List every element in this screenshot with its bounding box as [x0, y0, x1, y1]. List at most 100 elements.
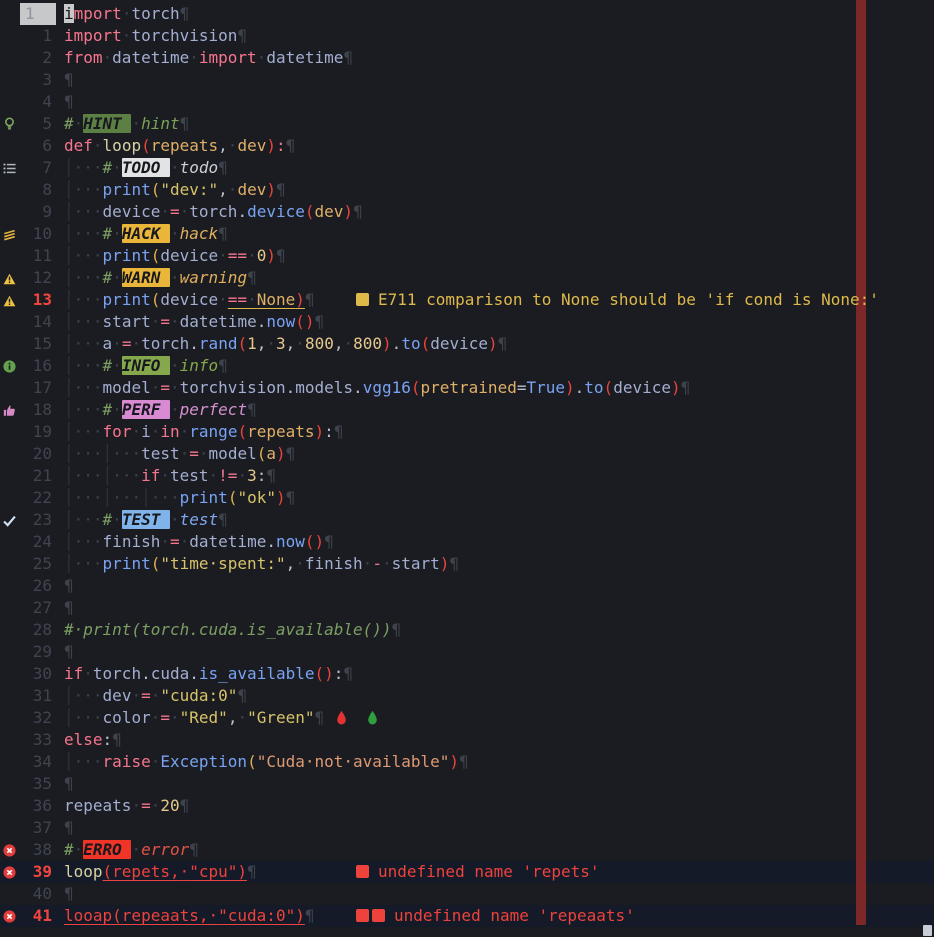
line-number: 5: [20, 113, 56, 135]
code-line[interactable]: 10 │···#·HACK ·hack¶: [0, 223, 934, 245]
eol-mark: ¶: [189, 840, 199, 859]
line-number: 11: [20, 245, 56, 267]
eol-mark: ¶: [218, 158, 228, 177]
code-line[interactable]: 6def·loop(repeats,·dev):¶: [0, 135, 934, 157]
eol-mark: ¶: [247, 268, 257, 287]
code-lines: 1import·torch¶1import·torchvision¶2from·…: [0, 0, 934, 927]
line-number: 22: [20, 487, 56, 509]
code-line[interactable]: 22│···│···│···print("ok")¶: [0, 487, 934, 509]
line-number: 29: [20, 641, 56, 663]
eol-mark: ¶: [305, 290, 315, 309]
color-column-ruler: [856, 0, 866, 925]
line-number: 4: [20, 91, 56, 113]
code-line[interactable]: 14│···start·=·datetime.now()¶: [0, 311, 934, 333]
code-line[interactable]: 18│···#·PERF ·perfect¶: [0, 399, 934, 421]
code-line[interactable]: 5#·HINT ·hint¶: [0, 113, 934, 135]
eol-mark: ¶: [64, 70, 74, 89]
code-line[interactable]: 21 │···│···if·test·!=·3:¶: [0, 465, 934, 487]
code-text: │···#·HACK ·hack¶: [64, 224, 228, 243]
code-line[interactable]: 16│···#·INFO ·info¶: [0, 355, 934, 377]
code-editor: 1import·torch¶1import·torchvision¶2from·…: [0, 0, 934, 937]
code-text: │···│···if·test·!=·3:¶: [64, 466, 276, 485]
code-text: ¶: [64, 818, 74, 837]
code-line[interactable]: 7│···#·TODO ·todo¶: [0, 157, 934, 179]
code-line[interactable]: 36repeats·=·20¶: [0, 795, 934, 817]
code-line[interactable]: 25│···print("time·spent:",·finish·-·star…: [0, 553, 934, 575]
diagnostic-message: E711 comparison to None should be 'if co…: [356, 289, 879, 311]
eol-mark: ¶: [180, 4, 190, 23]
line-number: 10: [20, 223, 56, 245]
code-line[interactable]: 23│···#·TEST ·test¶: [0, 509, 934, 531]
code-line[interactable]: 1import·torchvision¶: [0, 25, 934, 47]
line-number: 37: [20, 817, 56, 839]
code-line[interactable]: 41looap(repeaats,·"cuda:0")¶undefined na…: [0, 905, 934, 927]
code-text: │···a·=·torch.rand(1,·3,·800,·800).to(de…: [64, 334, 507, 353]
code-line[interactable]: 4¶: [0, 91, 934, 113]
code-line[interactable]: 8│···print("dev:",·dev)¶: [0, 179, 934, 201]
code-line[interactable]: 19│···for·i·in·range(repeats):¶: [0, 421, 934, 443]
code-line[interactable]: 28 #·print(torch.cuda.is_available())¶: [0, 619, 934, 641]
code-line[interactable]: 27¶: [0, 597, 934, 619]
line-number: 30: [20, 663, 56, 685]
code-line[interactable]: 35¶: [0, 773, 934, 795]
check-icon: [0, 509, 20, 531]
code-line[interactable]: 32│···color·=·"Red",·"Green"¶: [0, 707, 934, 729]
code-line[interactable]: 33else:¶: [0, 729, 934, 751]
code-line[interactable]: 13│···print(device·==·None)¶E711 compari…: [0, 289, 934, 311]
code-line[interactable]: 9│···device·=·torch.device(dev)¶: [0, 201, 934, 223]
line-number: 3: [20, 69, 56, 91]
code-text: import·torchvision¶: [64, 26, 247, 45]
code-text: │···device·=·torch.device(dev)¶: [64, 202, 363, 221]
code-text: │···dev·=·"cuda:0"¶: [64, 686, 247, 705]
warning-triangle-icon: [0, 267, 20, 289]
code-line[interactable]: 38#·ERRO ·error¶: [0, 839, 934, 861]
eol-mark: ¶: [498, 334, 508, 353]
line-number: 35: [20, 773, 56, 795]
line-number: 18: [20, 399, 56, 421]
code-text: │···color·=·"Red",·"Green"¶: [64, 708, 378, 727]
code-line[interactable]: 17│···model·=·torchvision.models.vgg16(p…: [0, 377, 934, 399]
eol-mark: ¶: [247, 862, 257, 881]
code-line[interactable]: 12│···#·WARN ·warning¶: [0, 267, 934, 289]
eol-mark: ¶: [237, 26, 247, 45]
line-number: 26: [20, 575, 56, 597]
line-number: 28: [20, 619, 56, 641]
error-circle-icon: [0, 905, 20, 927]
eol-mark: ¶: [112, 730, 122, 749]
code-text: │···for·i·in·range(repeats):¶: [64, 422, 343, 441]
line-number: 21: [20, 465, 56, 487]
code-text: │···print(device·==·0)¶: [64, 246, 286, 265]
line-number: 40: [20, 883, 56, 905]
eol-mark: ¶: [247, 400, 257, 419]
code-line[interactable]: 2from·datetime·import·datetime¶: [0, 47, 934, 69]
line-number: 8: [20, 179, 56, 201]
line-number: 39: [20, 861, 56, 883]
code-text: ¶: [64, 884, 74, 903]
eol-mark: ¶: [343, 664, 353, 683]
code-line[interactable]: 37 ¶: [0, 817, 934, 839]
code-line[interactable]: 30if·torch.cuda.is_available():¶: [0, 663, 934, 685]
line-number: 17: [20, 377, 56, 399]
code-line[interactable]: 34│···raise·Exception("Cuda·not·availabl…: [0, 751, 934, 773]
todo-list-icon: [0, 157, 20, 179]
eol-mark: ¶: [324, 532, 334, 551]
code-line[interactable]: 1import·torch¶: [0, 3, 934, 25]
code-line[interactable]: 11 │···print(device·==·0)¶: [0, 245, 934, 267]
code-line[interactable]: 31│···dev·=·"cuda:0"¶: [0, 685, 934, 707]
code-line[interactable]: 24│···finish·=·datetime.now()¶: [0, 531, 934, 553]
eol-mark: ¶: [334, 422, 344, 441]
code-line[interactable]: 3¶: [0, 69, 934, 91]
code-text: #·print(torch.cuda.is_available())¶: [64, 620, 401, 639]
line-number: 20: [20, 443, 56, 465]
code-line[interactable]: 29¶: [0, 641, 934, 663]
diagnostic-square-icon: [356, 293, 369, 306]
code-line[interactable]: 15│···a·=·torch.rand(1,·3,·800,·800).to(…: [0, 333, 934, 355]
code-line[interactable]: 39loop(repets,·"cpu")¶undefined name 're…: [0, 861, 934, 883]
eol-mark: ¶: [180, 114, 190, 133]
code-line[interactable]: 20│···│···test·=·model(a)¶: [0, 443, 934, 465]
code-line[interactable]: 40 ¶: [0, 883, 934, 905]
thumbs-up-icon: [0, 399, 20, 421]
line-number: 12: [20, 267, 56, 289]
code-line[interactable]: 26¶: [0, 575, 934, 597]
eol-mark: ¶: [392, 620, 402, 639]
